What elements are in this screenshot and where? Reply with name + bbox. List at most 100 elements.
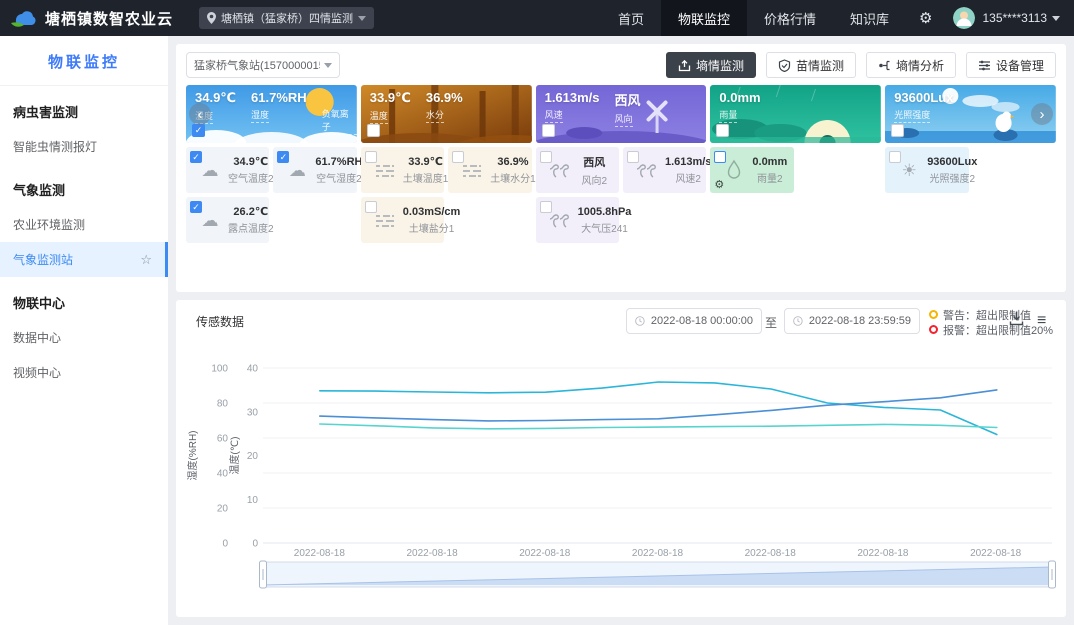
sensor-tiles-row: ✓☁34.9℃空气温度2✓☁61.7%RH空气湿度2✓☁26.2℃露点温度2 33…: [186, 147, 1056, 243]
toolbar-button-1[interactable]: 墒情监测: [666, 52, 756, 78]
metric-value: 33.9℃: [370, 90, 411, 106]
card-checkbox[interactable]: [716, 124, 729, 137]
tile-checkbox[interactable]: [540, 201, 552, 213]
tile-checkbox[interactable]: [540, 151, 552, 163]
data-list-icon[interactable]: ≡: [1037, 313, 1046, 329]
nav-item-iot-monitor[interactable]: 物联监控: [661, 0, 747, 36]
tile-value: 33.9℃: [403, 155, 449, 168]
metric-label: 风向: [615, 109, 641, 127]
app-root: 塘栖镇数智农业云 塘栖镇（猛家桥）四情监测 首页物联监控价格行情知识库 ⚙ 13…: [0, 0, 1074, 625]
weather-card-soil[interactable]: 33.9℃温度 36.9%水分: [361, 85, 532, 143]
tile-gear-icon[interactable]: ⚙: [714, 180, 724, 191]
sensor-group-wind: 西风风向21.613m/s风速21005.8hPa大气压241: [536, 147, 707, 243]
card-metric: 负氧离子: [322, 90, 357, 135]
card-metric: 36.9%水分: [426, 90, 463, 124]
card-checkbox[interactable]: ✓: [192, 124, 205, 137]
tile-checkbox[interactable]: [889, 151, 901, 163]
card-checkbox[interactable]: [367, 124, 380, 137]
tile-checkbox[interactable]: [627, 151, 639, 163]
sensor-tile[interactable]: 0.03mS/cm土壤盐分1: [361, 197, 444, 243]
toolbar-button-label: 墒情监测: [696, 57, 744, 74]
nav-item-knowledge[interactable]: 知识库: [833, 0, 906, 36]
sidebar-item-label: 气象监测站: [13, 251, 73, 268]
tile-label: 空气温度2: [228, 170, 274, 185]
svg-text:30: 30: [247, 407, 259, 418]
sensor-tile[interactable]: 1.613m/s风速2: [623, 147, 706, 193]
toolbar-button-4[interactable]: 设备管理: [966, 52, 1056, 78]
sensor-tile[interactable]: ☀93600Lux光照强度2: [885, 147, 968, 193]
tile-checkbox[interactable]: [452, 151, 464, 163]
location-selector[interactable]: 塘栖镇（猛家桥）四情监测: [199, 7, 374, 29]
star-icon[interactable]: ☆: [140, 253, 152, 266]
tile-value: 0.03mS/cm: [403, 206, 460, 218]
tile-checkbox[interactable]: ✓: [190, 201, 202, 213]
sidebar-section-header: 物联中心: [0, 277, 168, 320]
wind-icon: [635, 161, 659, 179]
tile-checkbox[interactable]: [365, 151, 377, 163]
card-metrics: 34.9℃温度61.7%RH湿度负氧离子: [195, 90, 357, 135]
sidebar-item[interactable]: 农业环境监测: [0, 207, 168, 242]
pin-icon: [207, 12, 216, 24]
sensor-tile[interactable]: 0.0mm雨量2⚙: [710, 147, 793, 193]
user-phone[interactable]: 135****3113: [982, 11, 1047, 25]
weather-card-sky[interactable]: 34.9℃温度61.7%RH湿度负氧离子✓: [186, 85, 357, 143]
sensor-tile[interactable]: ✓☁34.9℃空气温度2: [186, 147, 269, 193]
tile-checkbox[interactable]: ✓: [190, 151, 202, 163]
soil-icon: [373, 161, 397, 179]
svg-text:2022-08-18: 2022-08-18: [970, 548, 1022, 559]
svg-text:20: 20: [247, 451, 259, 462]
nav-item-price[interactable]: 价格行情: [747, 0, 833, 36]
tile-checkbox[interactable]: [365, 201, 377, 213]
tile-value: 0.0mm: [752, 156, 787, 168]
date-from-input[interactable]: 2022-08-18 00:00:00: [626, 308, 762, 334]
station-select-value: 猛家桥气象站(1570000015685: [194, 57, 320, 73]
toolbar-button-label: 设备管理: [996, 57, 1044, 74]
tile-value: 1005.8hPa: [578, 206, 632, 218]
svg-text:40: 40: [247, 364, 259, 375]
settings-gear-icon[interactable]: ⚙: [906, 9, 945, 27]
svg-text:2022-08-18: 2022-08-18: [857, 548, 909, 559]
chevron-down-icon: [358, 16, 366, 21]
carousel-prev-icon[interactable]: ‹: [189, 103, 211, 125]
user-avatar[interactable]: [953, 7, 975, 29]
sensor-tile[interactable]: ✓☁26.2℃露点温度2: [186, 197, 269, 243]
user-chevron-down-icon[interactable]: [1052, 16, 1060, 21]
card-checkbox[interactable]: [542, 124, 555, 137]
toolbar-button-3[interactable]: 墒情分析: [866, 52, 956, 78]
sidebar-item[interactable]: 视频中心: [0, 355, 168, 390]
sidebar-item[interactable]: 气象监测站 ☆: [0, 242, 168, 277]
sensor-tile[interactable]: ✓☁61.7%RH空气湿度2: [273, 147, 356, 193]
date-to-input[interactable]: 2022-08-18 23:59:59: [784, 308, 920, 334]
toolbar-button-2[interactable]: 苗情监测: [766, 52, 856, 78]
svg-text:湿度(%RH): 湿度(%RH): [186, 431, 199, 481]
sidebar-item[interactable]: 智能虫情测报灯: [0, 129, 168, 164]
nav-item-home[interactable]: 首页: [601, 0, 661, 36]
metric-value: 1.613m/s: [545, 90, 600, 105]
tile-value: 36.9%: [490, 156, 536, 168]
sensor-line-chart[interactable]: 020406080100010203040湿度(%RH)温度(℃)2022-08…: [180, 352, 1060, 612]
moisture-analysis-icon: [878, 59, 891, 72]
metric-value: 0.0mm: [719, 90, 760, 105]
tile-value: 34.9℃: [228, 155, 274, 168]
sensor-tile[interactable]: 西风风向2: [536, 147, 619, 193]
sun-icon: ☀: [897, 162, 921, 179]
weather-cards-row: ‹ 34.9℃温度61.7%RH湿度负氧离子✓ 33.9℃温度 36.9%水分 1.6…: [186, 85, 1056, 143]
card-metric: 33.9℃温度: [370, 90, 411, 124]
sidebar-item[interactable]: 数据中心: [0, 320, 168, 355]
sensor-group-soil: 33.9℃土壤温度136.9%土壤水分10.03mS/cm土壤盐分1: [361, 147, 532, 243]
download-icon[interactable]: [1009, 311, 1024, 331]
tile-value: 61.7%RH: [315, 156, 362, 168]
sensor-tile[interactable]: 1005.8hPa大气压241: [536, 197, 619, 243]
weather-card-rain[interactable]: 0.0mm雨量: [710, 85, 881, 143]
sensor-tile[interactable]: 36.9%土壤水分1: [448, 147, 531, 193]
weather-card-wind[interactable]: 1.613m/s风速西风风向: [536, 85, 707, 143]
card-checkbox[interactable]: [891, 124, 904, 137]
carousel-next-icon[interactable]: ›: [1031, 103, 1053, 125]
tile-checkbox[interactable]: [714, 151, 726, 163]
tile-checkbox[interactable]: ✓: [277, 151, 289, 163]
sensor-tile[interactable]: 33.9℃土壤温度1: [361, 147, 444, 193]
svg-text:温度(℃): 温度(℃): [228, 437, 241, 475]
svg-text:0: 0: [222, 539, 228, 550]
legend-dot-icon: [929, 325, 938, 334]
station-select[interactable]: 猛家桥气象站(1570000015685: [186, 52, 340, 78]
